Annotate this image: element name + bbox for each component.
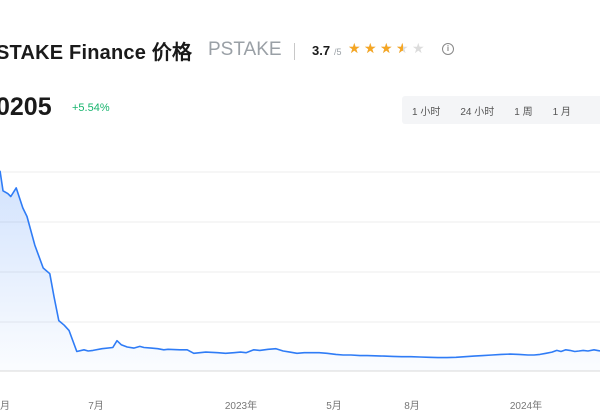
token-symbol: PSTAKE: [208, 39, 282, 60]
page-title: STAKE Finance 价格: [0, 42, 193, 64]
x-tick-label: 月: [0, 400, 10, 412]
star-icon: ★★: [380, 40, 393, 56]
price-line: [0, 170, 600, 359]
tab-1w[interactable]: 1 周: [504, 103, 542, 118]
star-icon: ★★: [348, 40, 361, 56]
x-tick-label: 2024年: [510, 399, 542, 412]
price-change: +5.54%: [72, 102, 110, 114]
x-tick-label: 5月: [326, 400, 342, 412]
time-range-tabs: 1 小时 24 小时 1 周 1 月: [402, 96, 600, 124]
star-icon: ★★: [412, 40, 425, 56]
rating-scale: /5: [334, 47, 342, 57]
info-icon[interactable]: i: [442, 43, 454, 55]
x-tick-label: 7月: [88, 400, 104, 412]
rating-value: 3.7: [312, 43, 331, 58]
current-price: 0205: [0, 93, 52, 121]
price-chart[interactable]: 月 7月 2023年 5月 8月 2024年: [0, 160, 600, 420]
x-tick-label: 8月: [404, 400, 420, 412]
header-divider: [294, 43, 295, 60]
x-tick-label: 2023年: [225, 399, 257, 412]
star-icon: ★★: [364, 40, 377, 56]
tab-24h[interactable]: 24 小时: [450, 103, 504, 118]
rating-stars: ★★★★★★★★★★: [348, 41, 425, 55]
tab-1h[interactable]: 1 小时: [402, 103, 450, 118]
star-icon: ★★: [396, 40, 409, 56]
price-area: [0, 170, 600, 371]
tab-1m[interactable]: 1 月: [543, 103, 581, 118]
